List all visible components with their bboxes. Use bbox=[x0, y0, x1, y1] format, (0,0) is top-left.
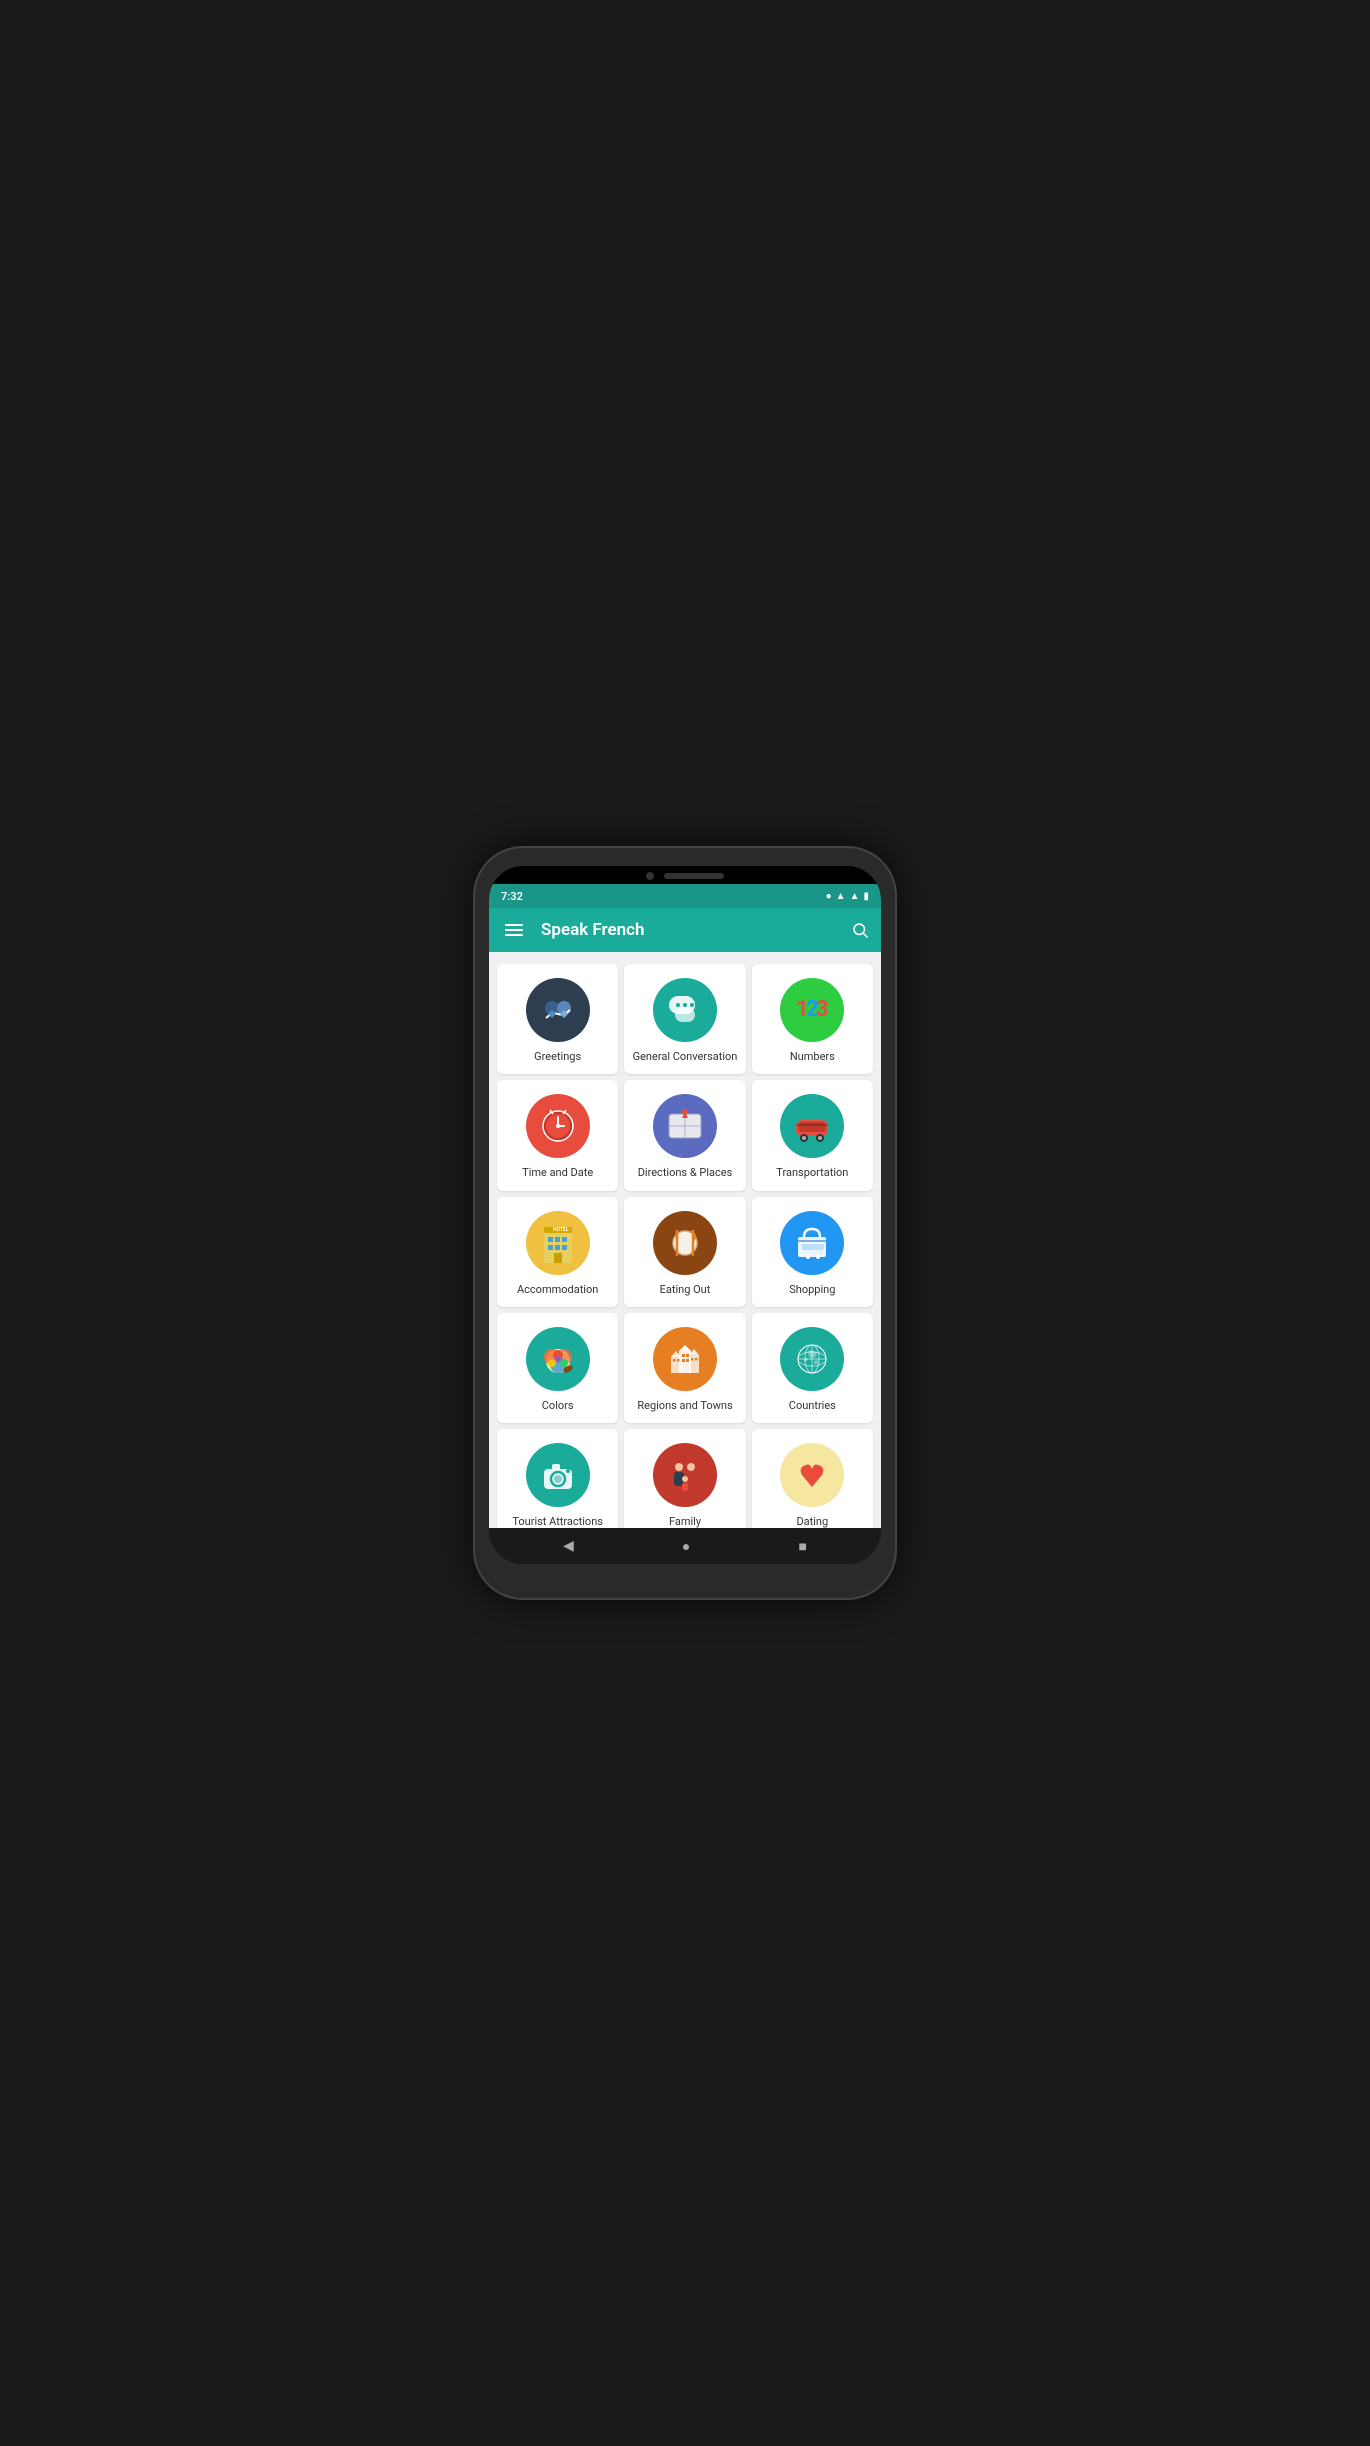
accommodation-label: Accommodation bbox=[517, 1283, 598, 1297]
phone-bottom bbox=[489, 1564, 881, 1580]
bottom-navigation: ◀ ● ■ bbox=[489, 1528, 881, 1564]
time-label: Time and Date bbox=[522, 1166, 593, 1180]
status-time: 7:32 bbox=[501, 890, 523, 903]
home-button[interactable]: ● bbox=[682, 1538, 690, 1555]
dating-icon bbox=[780, 1443, 844, 1507]
category-time-and-date[interactable]: Time and Date bbox=[497, 1080, 618, 1190]
menu-line-1 bbox=[505, 924, 523, 926]
search-button[interactable] bbox=[851, 921, 869, 939]
countries-icon bbox=[780, 1327, 844, 1391]
tourist-icon bbox=[526, 1443, 590, 1507]
transportation-label: Transportation bbox=[776, 1166, 848, 1180]
family-label: Family bbox=[669, 1515, 701, 1528]
category-shopping[interactable]: Shopping bbox=[752, 1197, 873, 1307]
shopping-icon bbox=[780, 1211, 844, 1275]
camera-dot bbox=[646, 872, 654, 880]
category-eating-out[interactable]: Eating Out bbox=[624, 1197, 745, 1307]
regions-label: Regions and Towns bbox=[637, 1399, 732, 1413]
status-icons: ● ▲ ▲ ▮ bbox=[826, 891, 869, 902]
phone-frame: 7:32 ● ▲ ▲ ▮ Speak French bbox=[475, 848, 895, 1598]
menu-line-2 bbox=[505, 929, 523, 931]
back-button[interactable]: ◀ bbox=[563, 1538, 574, 1554]
category-accommodation[interactable]: HOTEL Accommodation bbox=[497, 1197, 618, 1307]
content-area: Greetings Gen bbox=[489, 952, 881, 1528]
colors-label: Colors bbox=[542, 1399, 574, 1413]
colors-icon bbox=[526, 1327, 590, 1391]
directions-label: Directions & Places bbox=[638, 1166, 733, 1180]
screen: 7:32 ● ▲ ▲ ▮ Speak French bbox=[489, 884, 881, 1564]
category-countries[interactable]: Countries bbox=[752, 1313, 873, 1423]
svg-text:3: 3 bbox=[816, 997, 829, 1022]
category-colors[interactable]: Colors bbox=[497, 1313, 618, 1423]
category-tourist-attractions[interactable]: Tourist Attractions bbox=[497, 1429, 618, 1528]
category-regions-towns[interactable]: Regions and Towns bbox=[624, 1313, 745, 1423]
transportation-icon bbox=[780, 1094, 844, 1158]
category-dating[interactable]: Dating bbox=[752, 1429, 873, 1528]
countries-label: Countries bbox=[789, 1399, 836, 1413]
svg-text:HOTEL: HOTEL bbox=[553, 1227, 569, 1233]
directions-icon bbox=[653, 1094, 717, 1158]
regions-icon bbox=[653, 1327, 717, 1391]
category-greetings[interactable]: Greetings bbox=[497, 964, 618, 1074]
category-family[interactable]: Family bbox=[624, 1429, 745, 1528]
speaker-grille bbox=[664, 873, 724, 879]
category-directions-places[interactable]: Directions & Places bbox=[624, 1080, 745, 1190]
numbers-label: Numbers bbox=[790, 1050, 835, 1064]
categories-grid: Greetings Gen bbox=[497, 964, 873, 1528]
time-icon bbox=[526, 1094, 590, 1158]
family-icon bbox=[653, 1443, 717, 1507]
shopping-label: Shopping bbox=[789, 1283, 835, 1297]
category-numbers[interactable]: 1 2 3 Numbers bbox=[752, 964, 873, 1074]
category-transportation[interactable]: Transportation bbox=[752, 1080, 873, 1190]
dating-label: Dating bbox=[796, 1515, 828, 1528]
phone-top-bar bbox=[489, 866, 881, 884]
conversation-icon bbox=[653, 978, 717, 1042]
menu-button[interactable] bbox=[501, 920, 527, 940]
eatingout-label: Eating Out bbox=[660, 1283, 711, 1297]
accommodation-icon: HOTEL bbox=[526, 1211, 590, 1275]
toolbar: Speak French bbox=[489, 908, 881, 952]
recent-button[interactable]: ■ bbox=[798, 1538, 806, 1555]
tourist-label: Tourist Attractions bbox=[512, 1515, 603, 1528]
greetings-icon bbox=[526, 978, 590, 1042]
signal-icon: ▲ bbox=[850, 891, 860, 902]
conversation-label: General Conversation bbox=[633, 1050, 738, 1064]
menu-line-3 bbox=[505, 934, 523, 936]
wifi-icon: ● bbox=[826, 891, 832, 902]
category-general-conversation[interactable]: General Conversation bbox=[624, 964, 745, 1074]
wifi-bars-icon: ▲ bbox=[836, 891, 846, 902]
numbers-icon: 1 2 3 bbox=[780, 978, 844, 1042]
status-bar: 7:32 ● ▲ ▲ ▮ bbox=[489, 884, 881, 908]
phone-inner: 7:32 ● ▲ ▲ ▮ Speak French bbox=[489, 866, 881, 1564]
greetings-label: Greetings bbox=[534, 1050, 581, 1064]
app-title: Speak French bbox=[541, 920, 851, 940]
eatingout-icon bbox=[653, 1211, 717, 1275]
battery-icon: ▮ bbox=[863, 891, 869, 902]
